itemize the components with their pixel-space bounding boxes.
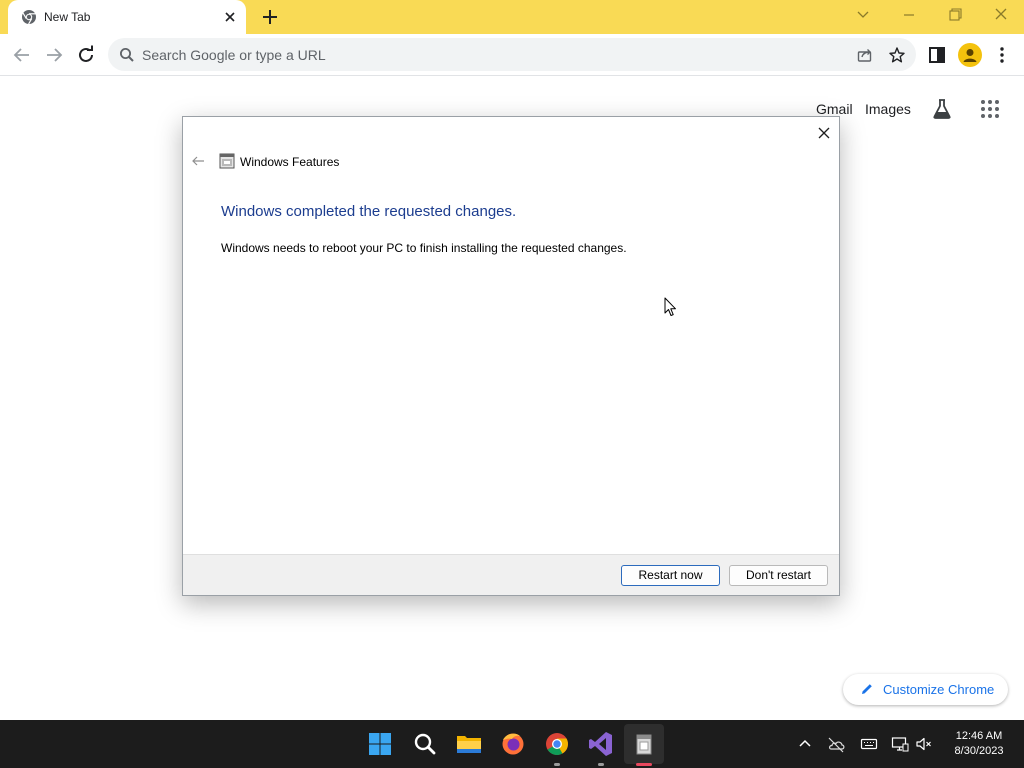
reload-icon[interactable] [74, 43, 98, 67]
dialog-footer: Restart now Don't restart [183, 554, 839, 595]
more-menu-icon[interactable] [990, 43, 1014, 67]
browser-toolbar: Search Google or type a URL [0, 34, 1024, 76]
browser-titlebar: New Tab [0, 0, 1024, 34]
images-link[interactable]: Images [865, 101, 911, 117]
google-apps-icon[interactable] [978, 97, 1002, 121]
active-app-indicator [636, 763, 652, 766]
close-window-icon[interactable] [988, 4, 1014, 26]
windows-features-icon [219, 153, 235, 169]
volume-muted-icon[interactable] [915, 735, 933, 753]
tab-title: New Tab [44, 10, 91, 24]
visual-studio-running-indicator [598, 763, 604, 766]
dialog-heading: Windows completed the requested changes. [221, 203, 517, 220]
windows-features-dialog: Windows Features Windows completed the r… [182, 116, 840, 596]
clock-time: 12:46 AM [955, 730, 1003, 742]
file-explorer-icon[interactable] [453, 728, 485, 760]
profile-avatar[interactable] [958, 43, 982, 67]
restore-icon[interactable] [942, 4, 968, 26]
dialog-message: Windows needs to reboot your PC to finis… [221, 241, 627, 255]
new-tab-icon[interactable] [258, 6, 282, 28]
close-tab-icon[interactable] [222, 9, 238, 25]
mouse-cursor-icon [664, 297, 676, 316]
dont-restart-button[interactable]: Don't restart [729, 565, 828, 586]
labs-flask-icon[interactable] [930, 97, 954, 121]
forward-arrow-icon[interactable] [42, 43, 66, 67]
chrome-favicon-icon [22, 10, 36, 25]
dialog-app-name: Windows Features [240, 155, 340, 169]
search-icon[interactable] [409, 728, 441, 760]
restart-now-button[interactable]: Restart now [621, 565, 720, 586]
visual-studio-icon[interactable] [585, 728, 617, 760]
back-arrow-icon[interactable] [191, 154, 205, 168]
back-arrow-icon[interactable] [10, 43, 34, 67]
search-icon [120, 48, 134, 62]
gmail-link[interactable]: Gmail [816, 101, 853, 117]
side-panel-icon[interactable] [925, 43, 949, 67]
minimize-icon[interactable] [896, 4, 922, 26]
onedrive-icon[interactable] [826, 735, 846, 753]
bookmark-star-icon[interactable] [888, 46, 906, 64]
chevron-up-icon[interactable] [796, 735, 814, 753]
network-icon[interactable] [891, 735, 909, 753]
omnibox-placeholder: Search Google or type a URL [142, 47, 326, 63]
tab-new-tab[interactable]: New Tab [8, 0, 246, 34]
taskbar [0, 720, 1024, 768]
person-icon [963, 49, 977, 62]
omnibox[interactable]: Search Google or type a URL [108, 38, 916, 71]
chrome-icon[interactable] [541, 728, 573, 760]
chrome-running-indicator [554, 763, 560, 766]
start-icon[interactable] [364, 728, 396, 760]
keyboard-icon[interactable] [860, 735, 878, 753]
firefox-icon[interactable] [497, 728, 529, 760]
close-dialog-icon[interactable] [815, 124, 833, 142]
share-icon[interactable] [856, 46, 874, 64]
windows-features-icon[interactable] [628, 728, 660, 760]
clock-date: 8/30/2023 [954, 745, 1004, 757]
tab-search-chevron-icon[interactable] [850, 4, 876, 26]
customize-chrome-label: Customize Chrome [883, 682, 995, 697]
taskbar-clock[interactable]: 12:46 AM 8/30/2023 [944, 729, 1014, 759]
pencil-icon [862, 684, 872, 694]
customize-chrome-button[interactable]: Customize Chrome [843, 674, 1008, 705]
